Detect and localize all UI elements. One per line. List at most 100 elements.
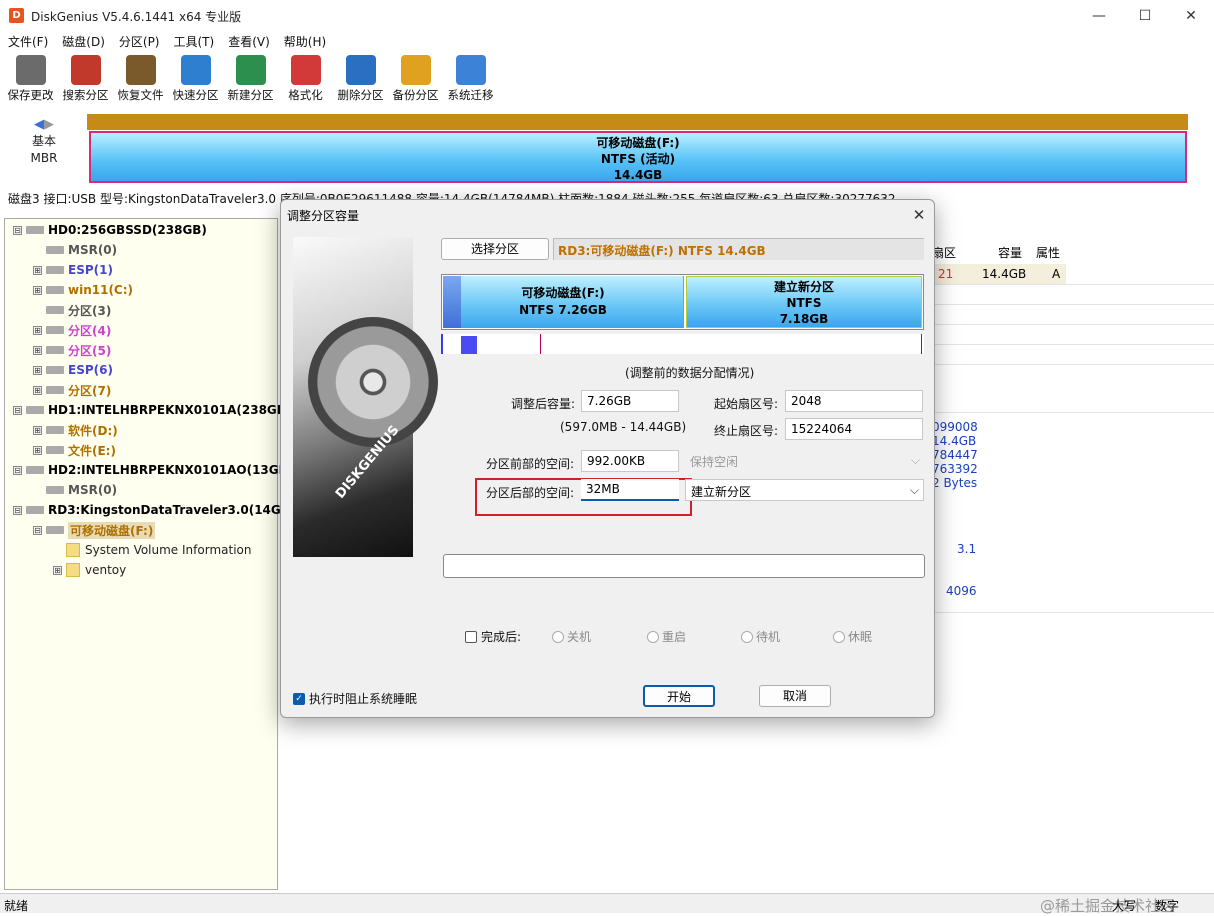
before-space-select[interactable]: 保持空闲 ⌵: [685, 450, 924, 472]
expander-icon[interactable]: ⊞: [33, 385, 42, 395]
menu-file[interactable]: 文件(F): [8, 33, 48, 50]
expander-icon[interactable]: ⊞: [33, 345, 42, 355]
tree-item[interactable]: ⊟ RD3:KingstonDataTraveler3.0(14GB): [13, 500, 295, 520]
toolbar-button[interactable]: 恢复文件: [113, 52, 168, 104]
select-partition-button[interactable]: 选择分区: [441, 238, 549, 260]
tree-item[interactable]: 分区(3): [33, 300, 111, 320]
after-space-select[interactable]: 建立新分区 ⌵: [685, 479, 924, 501]
tree-item[interactable]: ⊞ win11(C:): [33, 280, 133, 300]
tree-item[interactable]: ⊞ ESP(6): [33, 360, 113, 380]
tree-item[interactable]: ⊞ ventoy: [53, 560, 126, 580]
next-disk-icon[interactable]: ▶: [44, 117, 54, 132]
tree-item[interactable]: ⊟ 可移动磁盘(F:): [33, 520, 156, 540]
expander-icon[interactable]: ⊟: [33, 525, 42, 535]
partition-icon: [46, 446, 64, 454]
expander-icon[interactable]: ⊟: [13, 405, 22, 415]
expander-icon[interactable]: ⊟: [13, 465, 22, 475]
platter-icon: [308, 317, 438, 447]
tree-item[interactable]: System Volume Information: [53, 540, 251, 560]
expander-icon[interactable]: ⊞: [33, 265, 42, 275]
expander-icon[interactable]: ⊞: [53, 565, 62, 575]
option-label: 关机: [567, 630, 592, 644]
partition-right-name: 建立新分区: [773, 280, 834, 294]
dialog-close-button[interactable]: ✕: [908, 204, 930, 226]
toolbar-button[interactable]: 保存更改: [3, 52, 58, 104]
tree-item[interactable]: MSR(0): [33, 240, 117, 260]
toolbar-button[interactable]: 格式化: [278, 52, 333, 104]
after-done-label: 完成后:: [481, 630, 522, 644]
radio-icon: [833, 630, 845, 643]
col-header-attr[interactable]: 属性: [1036, 244, 1060, 261]
col-header-capacity[interactable]: 容量: [998, 244, 1022, 261]
partition-block-f[interactable]: 可移动磁盘(F:) NTFS (活动) 14.4GB: [89, 131, 1187, 183]
toolbar-button[interactable]: 系统迁移: [443, 52, 498, 104]
menu-help[interactable]: 帮助(H): [284, 33, 326, 50]
expander-icon[interactable]: ⊟: [13, 505, 22, 515]
prev-disk-icon[interactable]: ◀: [34, 117, 44, 132]
radio-icon: [647, 630, 659, 643]
before-space-input[interactable]: 992.00KB: [581, 450, 679, 472]
tree-item[interactable]: ⊟ HD0:256GBSSD(238GB): [13, 220, 207, 240]
size-after-input[interactable]: 7.26GB: [581, 390, 679, 412]
partition-icon: [46, 306, 64, 314]
tree-item[interactable]: ⊟ HD1:INTELHBRPEKNX0101A(238GB): [13, 400, 291, 420]
expander-icon[interactable]: ⊞: [33, 445, 42, 455]
tree-item[interactable]: ⊞ 分区(7): [33, 380, 111, 400]
tree-item[interactable]: ⊞ 文件(E:): [33, 440, 116, 460]
prevent-sleep-checkbox[interactable]: ✓ 执行时阻止系统睡眠: [293, 690, 417, 707]
close-window-button[interactable]: ✕: [1168, 0, 1214, 31]
minimize-button[interactable]: —: [1076, 0, 1122, 31]
option-restart[interactable]: 重启: [647, 628, 686, 645]
disk-icon: [26, 466, 44, 474]
tree-item[interactable]: ⊟ HD2:INTELHBRPEKNX0101AO(13GB): [13, 460, 293, 480]
disk-nav-arrows[interactable]: ◀▶: [28, 116, 60, 133]
caps-indicator: 大写: [1112, 899, 1137, 913]
tree-item-label: 可移动磁盘(F:): [68, 521, 156, 539]
window-title: DiskGenius V5.4.6.1441 x64 专业版: [31, 10, 242, 24]
menu-tools[interactable]: 工具(T): [174, 33, 215, 50]
menu-partition[interactable]: 分区(P): [119, 33, 160, 50]
expander-icon[interactable]: ⊞: [33, 365, 42, 375]
row-sector: 21: [938, 267, 954, 281]
tree-item[interactable]: ⊞ ESP(1): [33, 260, 113, 280]
option-standby[interactable]: 待机: [741, 628, 780, 645]
tree-item[interactable]: ⊞ 软件(D:): [33, 420, 118, 440]
detail-values: 099008 14.4GB 784447 763392 2 Bytes: [932, 420, 978, 490]
disk-icon: [26, 226, 44, 234]
toolbar-button[interactable]: 搜索分区: [58, 52, 113, 104]
format-icon: [290, 55, 321, 85]
detail-value: 14.4GB: [932, 434, 977, 448]
expander-icon[interactable]: ⊞: [33, 425, 42, 435]
end-sector-input[interactable]: 15224064: [785, 418, 923, 440]
toolbar-button[interactable]: 删除分区: [333, 52, 388, 104]
col-header-sector[interactable]: 扇区: [932, 244, 956, 261]
tree-item-label: ESP(1): [68, 263, 113, 277]
toolbar-button[interactable]: 快速分区: [168, 52, 223, 104]
maximize-button[interactable]: ☐: [1122, 0, 1168, 31]
start-sector-input[interactable]: 2048: [785, 390, 923, 412]
partition-left-block[interactable]: 可移动磁盘(F:) NTFS 7.26GB: [443, 276, 684, 328]
start-button[interactable]: 开始: [643, 685, 715, 707]
checkbox-checked-icon: ✓: [293, 692, 305, 705]
option-shutdown[interactable]: 关机: [552, 628, 591, 645]
expander-icon[interactable]: ⊞: [33, 325, 42, 335]
tree-item[interactable]: ⊞ 分区(5): [33, 340, 111, 360]
partition-block-fs: NTFS (活动): [600, 152, 676, 166]
tree-item[interactable]: ⊞ 分区(4): [33, 320, 111, 340]
expander-icon[interactable]: ⊞: [33, 285, 42, 295]
toolbar-button[interactable]: 备份分区: [388, 52, 443, 104]
title-bar: D DiskGenius V5.4.6.1441 x64 专业版 — ☐ ✕: [0, 0, 1214, 31]
menu-view[interactable]: 查看(V): [228, 33, 270, 50]
toolbar-button[interactable]: 新建分区: [223, 52, 278, 104]
option-hibernate[interactable]: 休眠: [833, 628, 872, 645]
menu-disk[interactable]: 磁盘(D): [62, 33, 105, 50]
after-space-input[interactable]: 32MB: [581, 479, 679, 501]
partition-right-block[interactable]: 建立新分区 NTFS 7.18GB: [686, 276, 922, 328]
after-space-label: 分区后部的空间:: [486, 486, 575, 500]
expander-icon[interactable]: ⊟: [13, 225, 22, 235]
partition-icon: [46, 526, 64, 534]
partition-icon: [46, 266, 64, 274]
tree-item[interactable]: MSR(0): [33, 480, 117, 500]
after-done-checkbox[interactable]: 完成后:: [465, 628, 521, 645]
cancel-button[interactable]: 取消: [759, 685, 831, 707]
